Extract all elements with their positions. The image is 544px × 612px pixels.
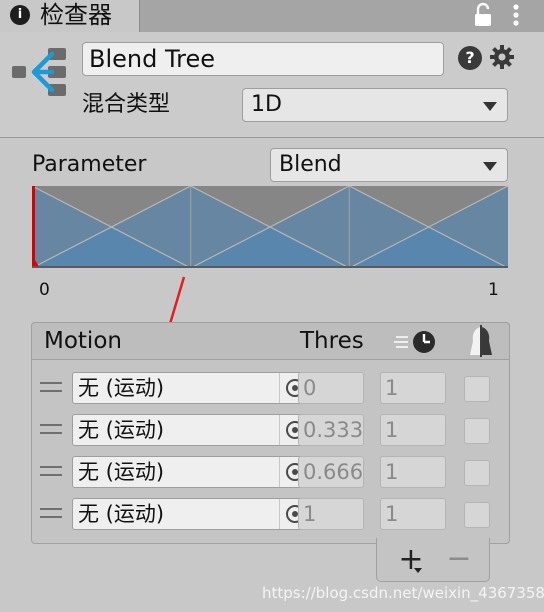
parameter-label: Parameter: [32, 152, 147, 177]
motion-row[interactable]: 无 (运动) 0.333 1: [36, 412, 504, 448]
blend-type-label: 混合类型: [82, 92, 171, 117]
threshold-field[interactable]: 0: [298, 372, 364, 404]
graph-min-label: 0: [39, 280, 50, 300]
tab-title: 检查器: [40, 1, 112, 29]
blend-graph[interactable]: [32, 186, 508, 268]
motion-field-value: 无 (运动): [78, 376, 165, 400]
motion-field-value: 无 (运动): [78, 460, 165, 484]
speed-icon: [394, 331, 435, 353]
motion-row[interactable]: 无 (运动) 1 1: [36, 496, 504, 532]
parameter-value: Blend: [279, 152, 342, 177]
motion-field[interactable]: 无 (运动): [72, 372, 308, 404]
name-field[interactable]: Blend Tree: [82, 42, 444, 76]
drag-handle[interactable]: [40, 508, 62, 520]
threshold-field[interactable]: 1: [298, 498, 364, 530]
motion-column-header: Motion: [44, 328, 122, 354]
motion-row[interactable]: 无 (运动) 0.666 1: [36, 454, 504, 490]
speed-field[interactable]: 1: [380, 456, 446, 488]
motion-field[interactable]: 无 (运动): [72, 498, 308, 530]
motion-row[interactable]: 无 (运动) 0 1: [36, 370, 504, 406]
motion-field-value: 无 (运动): [78, 418, 165, 442]
threshold-column-header: Thres: [300, 328, 364, 354]
mirror-checkbox[interactable]: [464, 502, 490, 528]
mirror-checkbox[interactable]: [464, 460, 490, 486]
mirror-icon: [470, 325, 492, 357]
list-footer: [376, 538, 490, 582]
gear-icon[interactable]: [489, 44, 515, 70]
drag-handle[interactable]: [40, 424, 62, 436]
blend-type-dropdown[interactable]: 1D: [242, 88, 508, 122]
drag-handle[interactable]: [40, 382, 62, 394]
motion-field-value: 无 (运动): [78, 502, 165, 526]
drag-handle[interactable]: [40, 466, 62, 478]
dropdown-caret-icon: [414, 568, 422, 573]
threshold-field[interactable]: 0.666: [298, 456, 364, 488]
tab-inspector[interactable]: i 检查器: [0, 0, 140, 34]
mirror-checkbox[interactable]: [464, 376, 490, 402]
speed-field[interactable]: 1: [380, 372, 446, 404]
help-icon[interactable]: ?: [458, 46, 482, 70]
blend-tree-icon: [12, 48, 66, 96]
more-options-icon[interactable]: [508, 2, 524, 28]
threshold-field[interactable]: 0.333: [298, 414, 364, 446]
watermark: https://blog.csdn.net/weixin_43673589: [262, 584, 544, 602]
lock-icon[interactable]: [472, 2, 494, 28]
inspector-header: Blend Tree ? 混合类型 1D: [0, 32, 544, 138]
mirror-checkbox[interactable]: [464, 418, 490, 444]
remove-motion-button[interactable]: −: [446, 544, 472, 576]
graph-max-label: 1: [488, 280, 499, 300]
speed-field[interactable]: 1: [380, 414, 446, 446]
blend-type-value: 1D: [251, 92, 282, 117]
chevron-down-icon: [483, 162, 497, 171]
info-icon: i: [10, 5, 30, 25]
chevron-down-icon: [483, 102, 497, 111]
speed-field[interactable]: 1: [380, 498, 446, 530]
motion-field[interactable]: 无 (运动): [72, 414, 308, 446]
motion-field[interactable]: 无 (运动): [72, 456, 308, 488]
parameter-dropdown[interactable]: Blend: [270, 148, 508, 182]
